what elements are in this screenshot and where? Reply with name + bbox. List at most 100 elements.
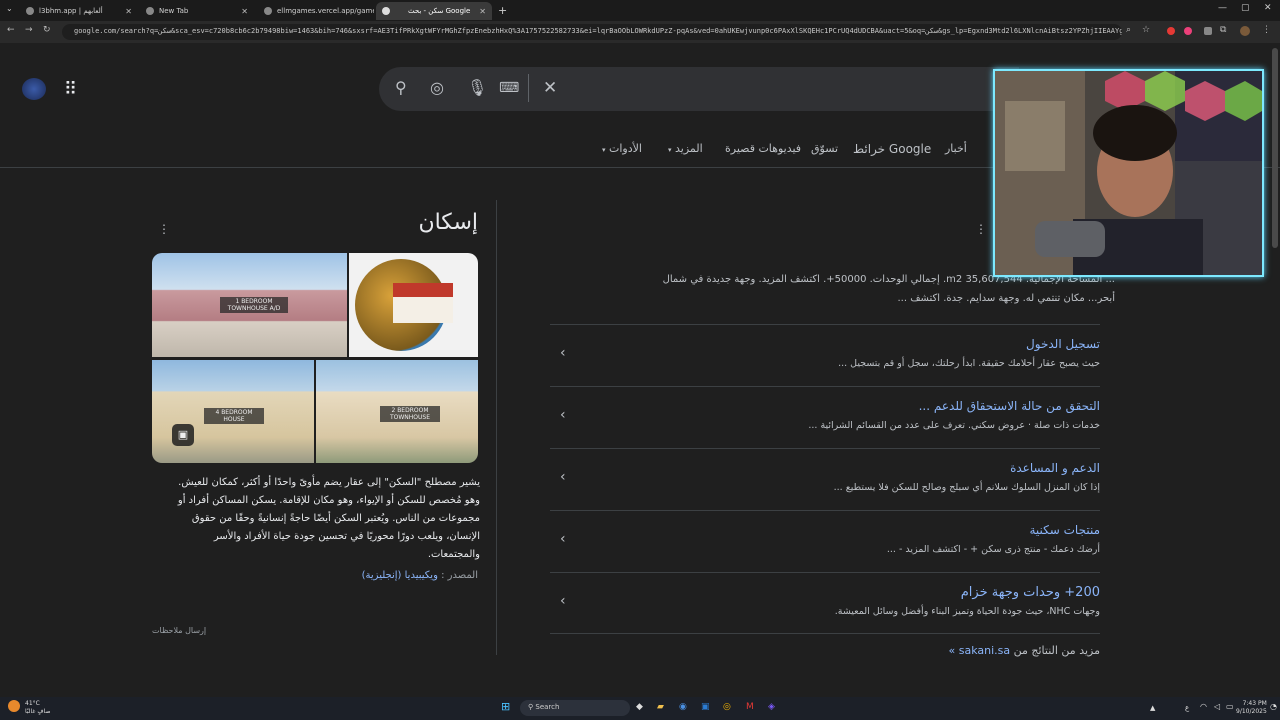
menu-kebab-icon[interactable]: ⋮	[1262, 25, 1271, 35]
extension-icon[interactable]	[1204, 27, 1212, 35]
clock-time: 7:43 PM	[1242, 700, 1267, 707]
mail-icon[interactable]: M	[746, 702, 754, 712]
sitelink-title[interactable]: 200+ وحدات وجهة خزام	[961, 585, 1100, 600]
sakani-link[interactable]: sakani.sa »	[948, 644, 1010, 657]
maximize-icon[interactable]: ▢	[1241, 3, 1250, 13]
discord-icon[interactable]: ◈	[768, 702, 775, 712]
sitelink-eligibility[interactable]: ‹ التحقق من حالة الاستحقاق للدعم ... خدم…	[550, 386, 1100, 448]
extensions-puzzle-icon[interactable]: ⧉	[1220, 25, 1226, 35]
tab-google-search[interactable]: سكن - بحث Google ✕	[376, 2, 492, 20]
sitelink-title[interactable]: التحقق من حالة الاستحقاق للدعم ...	[919, 399, 1100, 413]
nav-tools-label: الأدوات	[609, 142, 642, 155]
language-indicator-icon[interactable]: ع	[1185, 704, 1189, 712]
tab-ellmgames[interactable]: ellmgames.vercel.app/game... ✕	[258, 2, 374, 20]
search-icon[interactable]: ⚲	[395, 78, 407, 97]
source-label: المصدر :	[441, 570, 478, 581]
extension-icon[interactable]	[1184, 27, 1192, 35]
chevron-left-icon: ‹	[560, 531, 566, 547]
sitelink-title[interactable]: منتجات سكنية	[1029, 523, 1100, 537]
globe-icon	[146, 7, 154, 15]
sitelink-login[interactable]: ‹ تسجيل الدخول حيث يصبح عقار أحلامك حقيق…	[550, 324, 1100, 386]
send-feedback-link[interactable]: إرسال ملاحظات	[152, 626, 206, 635]
webcam-overlay	[993, 69, 1264, 277]
profile-avatar[interactable]	[22, 78, 46, 100]
more-results-link[interactable]: مزيد من النتائج من sakani.sa »	[948, 644, 1100, 657]
clock-date: 9/10/2025	[1236, 708, 1267, 715]
sitelink-desc: وجهات NHC، حيث جودة الحياة وتميز البناء …	[834, 606, 1100, 617]
close-window-icon[interactable]: ✕	[1264, 3, 1272, 13]
sitelink-desc: حيث يصبح عقار أحلامك حقيقة. ابدأ رحلتك، …	[838, 358, 1100, 369]
chevron-down-icon: ▾	[602, 146, 606, 154]
nav-shorts[interactable]: فيديوهات قصيرة	[725, 142, 801, 155]
kp-description: يشير مصطلح "السكن" إلى عقار يضم مأوىً وا…	[177, 477, 480, 560]
new-tab-icon[interactable]: +	[498, 4, 507, 17]
copilot-icon[interactable]: ◆	[636, 702, 643, 712]
url-text: google.com/search?q=سكن&sca_esv=c720b8cb…	[74, 27, 1122, 35]
sitelink-support[interactable]: ‹ الدعم و المساعدة إذا كان المنزل السلوك…	[550, 448, 1100, 510]
clear-close-icon[interactable]: ✕	[543, 78, 557, 98]
kp-image-2bedroom[interactable]: 2 BEDROOM TOWNHOUSE	[316, 360, 478, 463]
star-icon[interactable]: ☆	[1142, 25, 1150, 35]
windows-start-icon[interactable]: ⊞	[501, 700, 510, 713]
sitelink-desc: أرضك دعمك - منتج ذرى سكن + - اكتشف المزي…	[886, 544, 1100, 555]
nav-maps[interactable]: خرائط Google	[853, 142, 931, 156]
wikipedia-link[interactable]: ويكيبيديا (إنجليزية)	[362, 570, 438, 581]
file-explorer-icon[interactable]: ▰	[657, 702, 664, 712]
kp-menu-kebab-icon[interactable]: ⋮	[158, 222, 170, 236]
sitelink-title[interactable]: تسجيل الدخول	[1026, 337, 1100, 351]
search-icon: ⚲	[528, 703, 534, 711]
profile-avatar[interactable]	[1240, 26, 1250, 36]
close-icon[interactable]: ✕	[241, 7, 248, 16]
apps-grid-icon[interactable]: ⠿	[64, 79, 77, 100]
nav-shopping[interactable]: تسوّق	[811, 142, 838, 155]
sitelink-products[interactable]: ‹ منتجات سكنية أرضك دعمك - منتج ذرى سكن …	[550, 510, 1100, 572]
minimize-icon[interactable]: —	[1218, 3, 1227, 13]
lens-camera-icon[interactable]: ◎	[430, 78, 444, 97]
speaker-icon[interactable]: ◁	[1214, 702, 1220, 711]
house-roof-icon	[393, 283, 453, 323]
tab-search-icon[interactable]: ⌄	[6, 4, 13, 13]
battery-icon[interactable]: ▭	[1226, 702, 1234, 711]
back-icon[interactable]: ←	[7, 25, 15, 35]
clock[interactable]: 7:43 PM 9/10/2025	[1236, 700, 1267, 716]
sitelink-khuzam[interactable]: ‹ 200+ وحدات وجهة خزام وجهات NHC، حيث جو…	[550, 572, 1100, 634]
address-bar[interactable]: google.com/search?q=سكن&sca_esv=c720b8cb…	[62, 24, 1122, 40]
tab-new-tab[interactable]: New Tab ✕	[140, 2, 254, 20]
nav-more[interactable]: ▾ المزيد	[668, 142, 703, 155]
tab-label: ellmgames.vercel.app/game...	[277, 7, 374, 15]
weather-widget[interactable]: 41°C صافٍ غالبًا	[25, 700, 50, 716]
weather-icon[interactable]	[8, 700, 20, 712]
result-menu-kebab-icon[interactable]: ⋮	[975, 222, 987, 236]
sitelink-desc: إذا كان المنزل السلوك سلانم أي سبلج وصال…	[833, 482, 1100, 493]
google-icon	[382, 7, 390, 15]
image-gallery-icon[interactable]: ▣	[172, 424, 194, 446]
close-icon[interactable]: ✕	[479, 7, 486, 16]
tab-label: New Tab	[159, 7, 189, 15]
tab-label: سكن - بحث Google	[407, 7, 471, 15]
wifi-icon[interactable]: ◠	[1200, 702, 1207, 711]
search-icon[interactable]: ⌕	[1126, 25, 1131, 35]
taskbar-search[interactable]: ⚲ Search	[520, 700, 630, 716]
keyboard-icon[interactable]: ⌨	[499, 80, 519, 96]
chevron-up-icon[interactable]: ▲	[1150, 704, 1155, 712]
reload-icon[interactable]: ↻	[43, 25, 51, 35]
kp-image-townhouse[interactable]: 1 BEDROOM TOWNHOUSE A/D	[152, 253, 347, 357]
nav-news[interactable]: أخبار	[945, 142, 967, 155]
sitelink-title[interactable]: الدعم و المساعدة	[1010, 461, 1100, 475]
tab-l3bhm[interactable]: l3bhm.app | ألعابهم ✕	[20, 2, 138, 20]
scrollbar[interactable]	[1272, 48, 1278, 248]
notifications-bell-icon[interactable]: ◔	[1270, 702, 1277, 711]
weather-desc: صافٍ غالبًا	[25, 708, 51, 715]
kp-image-house-keys[interactable]	[349, 253, 478, 357]
kp-source: المصدر : ويكيبيديا (إنجليزية)	[362, 570, 478, 581]
forward-icon[interactable]: →	[25, 25, 33, 35]
edge-icon[interactable]: ◉	[679, 702, 687, 712]
chevron-left-icon: ‹	[560, 593, 566, 609]
microphone-icon[interactable]: 🎙	[467, 78, 487, 97]
chrome-icon[interactable]: ◎	[723, 702, 731, 712]
outlook-icon[interactable]: ▣	[701, 702, 710, 712]
close-icon[interactable]: ✕	[125, 7, 132, 16]
extension-icon[interactable]	[1167, 27, 1175, 35]
kp-image-4bedroom[interactable]: 4 BEDROOM HOUSE ▣	[152, 360, 314, 463]
nav-tools[interactable]: ▾ الأدوات	[602, 142, 642, 155]
